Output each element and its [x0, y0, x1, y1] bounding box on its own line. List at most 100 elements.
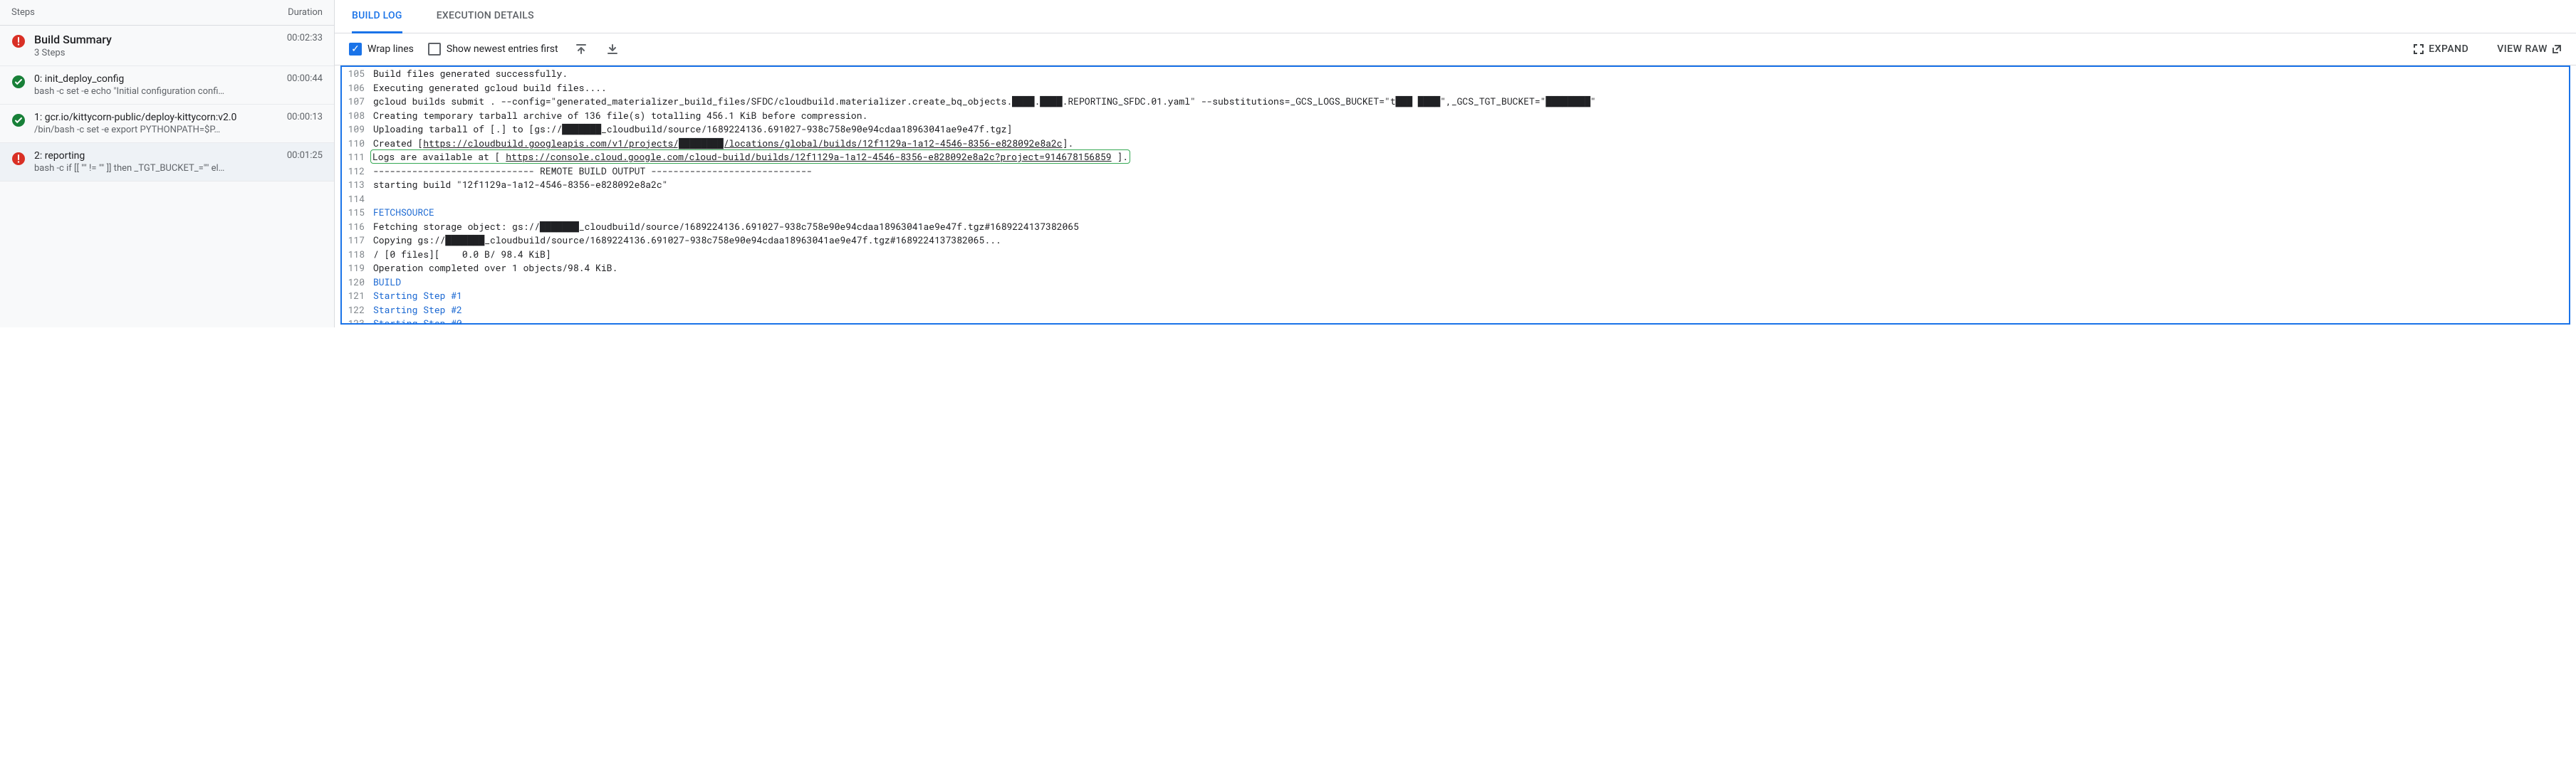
step-row[interactable]: 2: reportingbash -c if [[ "" != "" ]] th…	[0, 143, 334, 181]
build-summary-sub: 3 Steps	[34, 48, 278, 58]
line-number: 107	[342, 95, 373, 109]
line-number: 113	[342, 178, 373, 192]
log-text: Starting Step #2	[373, 303, 2569, 317]
success-icon	[11, 75, 26, 89]
expand-button[interactable]: EXPAND	[2413, 43, 2468, 55]
log-text: FETCHSOURCE	[373, 206, 2569, 220]
sidebar-header: Steps Duration	[0, 0, 334, 26]
log-text: starting build "12f1129a-1a12-4546-8356-…	[373, 178, 2569, 192]
external-link-icon	[2552, 44, 2562, 54]
line-number: 115	[342, 206, 373, 220]
build-summary-row[interactable]: Build Summary 3 Steps 00:02:33	[0, 26, 334, 66]
line-number: 105	[342, 67, 373, 81]
step-title: 2: reporting	[34, 150, 278, 162]
scroll-to-top-icon[interactable]	[573, 41, 590, 58]
log-line: 107gcloud builds submit . --config="gene…	[342, 95, 2569, 109]
line-number: 109	[342, 122, 373, 137]
error-icon	[11, 152, 26, 166]
log-line: 114	[342, 192, 2569, 206]
step-duration: 00:00:44	[287, 73, 323, 84]
log-toolbar: Wrap lines Show newest entries first EXP…	[335, 33, 2576, 65]
line-number: 121	[342, 289, 373, 303]
step-sub: bash -c if [[ "" != "" ]] then _TGT_BUCK…	[34, 163, 278, 174]
tab-execution-details[interactable]: EXECUTION DETAILS	[437, 0, 534, 33]
build-summary-title: Build Summary	[34, 33, 278, 46]
build-summary-duration: 00:02:33	[287, 33, 323, 43]
wrap-lines-toggle[interactable]: Wrap lines	[349, 43, 414, 56]
line-number: 114	[342, 192, 373, 206]
line-number: 118	[342, 248, 373, 262]
log-text: Logs are available at [ https://console.…	[373, 150, 2569, 164]
show-newest-label: Show newest entries first	[447, 43, 558, 55]
show-newest-toggle[interactable]: Show newest entries first	[428, 43, 558, 56]
log-line: 115FETCHSOURCE	[342, 206, 2569, 220]
view-raw-label: VIEW RAW	[2497, 43, 2548, 55]
log-line: 111Logs are available at [ https://conso…	[342, 150, 2569, 164]
line-number: 120	[342, 275, 373, 290]
line-number: 123	[342, 317, 373, 325]
log-text: / [0 files][ 0.0 B/ 98.4 KiB]	[373, 248, 2569, 262]
log-text: Copying gs://███████_cloudbuild/source/1…	[373, 233, 2569, 248]
wrap-lines-label: Wrap lines	[367, 43, 414, 55]
log-text	[373, 192, 2569, 206]
log-line: 112----------------------------- REMOTE …	[342, 164, 2569, 179]
steps-sidebar: Steps Duration Build Summary 3 Steps 00:…	[0, 0, 335, 327]
log-line: 116Fetching storage object: gs://███████…	[342, 220, 2569, 234]
checkbox-unchecked-icon	[428, 43, 441, 56]
log-text: Uploading tarball of [.] to [gs://██████…	[373, 122, 2569, 137]
log-line: 113starting build "12f1129a-1a12-4546-83…	[342, 178, 2569, 192]
step-sub: /bin/bash -c set -e export PYTHONPATH=$P…	[34, 125, 278, 135]
main-panel: BUILD LOG EXECUTION DETAILS Wrap lines S…	[335, 0, 2576, 327]
step-sub: bash -c set -e echo "Initial configurati…	[34, 86, 278, 97]
checkbox-checked-icon	[349, 43, 362, 56]
line-number: 108	[342, 109, 373, 123]
step-title: 1: gcr.io/kittycorn-public/deploy-kittyc…	[34, 112, 278, 123]
download-icon[interactable]	[604, 41, 621, 58]
view-raw-button[interactable]: VIEW RAW	[2497, 43, 2562, 55]
line-number: 111	[342, 150, 373, 164]
line-number: 116	[342, 220, 373, 234]
line-number: 117	[342, 233, 373, 248]
expand-label: EXPAND	[2429, 43, 2468, 55]
log-line: 118/ [0 files][ 0.0 B/ 98.4 KiB]	[342, 248, 2569, 262]
log-text: Starting Step #1	[373, 289, 2569, 303]
log-text: BUILD	[373, 275, 2569, 290]
log-line: 108Creating temporary tarball archive of…	[342, 109, 2569, 123]
log-text: Operation completed over 1 objects/98.4 …	[373, 261, 2569, 275]
duration-col-label: Duration	[288, 7, 323, 18]
step-row[interactable]: 1: gcr.io/kittycorn-public/deploy-kittyc…	[0, 105, 334, 143]
step-duration: 00:00:13	[287, 112, 323, 122]
line-number: 119	[342, 261, 373, 275]
log-text: Fetching storage object: gs://███████_cl…	[373, 220, 2569, 234]
log-text: Creating temporary tarball archive of 13…	[373, 109, 2569, 123]
log-line: 105Build files generated successfully.	[342, 67, 2569, 81]
log-line: 110Created [https://cloudbuild.googleapi…	[342, 137, 2569, 151]
log-line: 122Starting Step #2	[342, 303, 2569, 317]
log-line: 106Executing generated gcloud build file…	[342, 81, 2569, 95]
step-row[interactable]: 0: init_deploy_configbash -c set -e echo…	[0, 66, 334, 105]
log-text: Starting Step #0	[373, 317, 2569, 325]
log-text: gcloud builds submit . --config="generat…	[373, 95, 2569, 109]
line-number: 106	[342, 81, 373, 95]
success-icon	[11, 113, 26, 127]
log-text: Created [https://cloudbuild.googleapis.c…	[373, 137, 2569, 151]
step-title: 0: init_deploy_config	[34, 73, 278, 85]
log-line: 123Starting Step #0	[342, 317, 2569, 325]
log-line: 109Uploading tarball of [.] to [gs://███…	[342, 122, 2569, 137]
error-icon	[11, 34, 26, 48]
expand-icon	[2413, 43, 2424, 55]
log-text: ----------------------------- REMOTE BUI…	[373, 164, 2569, 179]
line-number: 110	[342, 137, 373, 151]
log-line: 120BUILD	[342, 275, 2569, 290]
line-number: 122	[342, 303, 373, 317]
tab-build-log[interactable]: BUILD LOG	[352, 0, 402, 33]
steps-col-label: Steps	[11, 7, 35, 18]
log-text: Build files generated successfully.	[373, 67, 2569, 81]
log-link[interactable]: https://cloudbuild.googleapis.com/v1/pro…	[423, 137, 1062, 149]
tabs: BUILD LOG EXECUTION DETAILS	[335, 0, 2576, 33]
log-link[interactable]: https://console.cloud.google.com/cloud-b…	[506, 150, 1111, 163]
log-line: 117Copying gs://███████_cloudbuild/sourc…	[342, 233, 2569, 248]
log-line: 119Operation completed over 1 objects/98…	[342, 261, 2569, 275]
log-text: Executing generated gcloud build files..…	[373, 81, 2569, 95]
log-output[interactable]: 105Build files generated successfully.10…	[340, 65, 2570, 325]
